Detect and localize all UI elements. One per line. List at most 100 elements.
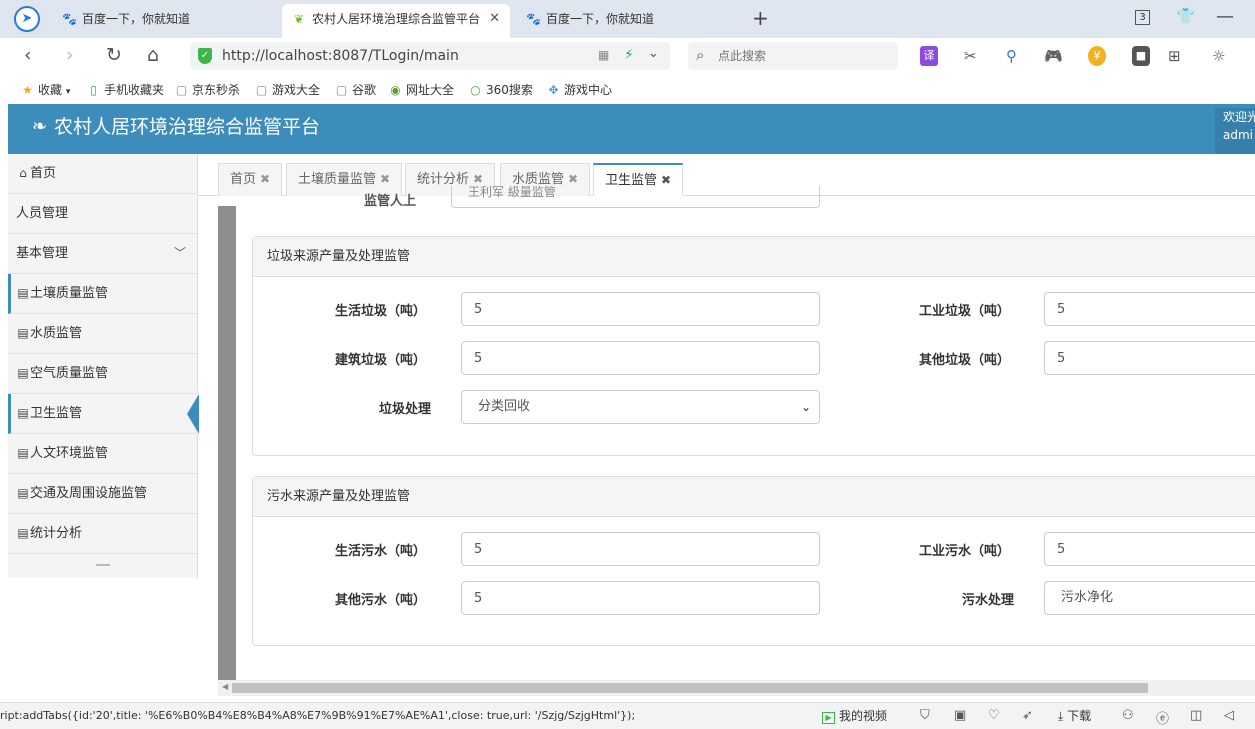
construction-garbage-input[interactable] (461, 341, 820, 375)
bookmark-item[interactable]: ▯ 手机收藏夹 (86, 81, 164, 98)
sidebar-item-culture[interactable]: ▤人文环境监管 (8, 434, 198, 474)
bookmark-item[interactable]: ✥ 游戏中心 (546, 81, 612, 98)
brightness-icon[interactable]: ☼ (1212, 46, 1225, 66)
sidebar-item-home[interactable]: ⌂ 首页 (8, 154, 198, 194)
magnifier-icon[interactable]: ⚲ (1006, 46, 1017, 66)
sewage-treatment-select[interactable]: 污水净化 (1044, 581, 1255, 615)
sidebar-item-basic[interactable]: 基本管理 ﹀ (8, 234, 198, 274)
search-box[interactable]: ⌕ (688, 42, 898, 70)
search-input[interactable] (718, 46, 888, 66)
browser-tab-baidu-1[interactable]: 🐾 百度一下，你就知道 (52, 4, 277, 38)
industrial-garbage-label: 工业垃圾（吨） (918, 304, 1010, 319)
sidebar-item-personnel[interactable]: 人员管理 (8, 194, 198, 234)
sidebar-item-label: 交通及周围设施监管 (30, 486, 148, 501)
heart-icon[interactable]: ♡ (988, 708, 1000, 723)
close-icon[interactable]: ✖ (473, 172, 483, 186)
industrial-sewage-input[interactable] (1044, 532, 1255, 566)
garbage-treatment-select[interactable]: 分类回收 ⌄ (461, 390, 820, 424)
bookmark-item[interactable]: ◉ 网址大全 (388, 81, 454, 98)
scroll-gutter (218, 206, 236, 681)
list-icon: ▤ (17, 446, 29, 460)
sidebar-collapse-handle[interactable] (96, 564, 110, 566)
user-welcome[interactable]: 欢迎光 admi (1215, 108, 1255, 154)
sidebar-item-soil[interactable]: ▤土壤质量监管 (8, 274, 198, 314)
url-text[interactable]: http://localhost:8087/TLogin/main (222, 42, 459, 70)
bookmark-item[interactable]: ▢ 谷歌 (334, 81, 376, 98)
sidebar-item-sanitation[interactable]: ▤卫生监管 (8, 394, 199, 434)
list-icon: ▤ (17, 326, 29, 340)
cube-icon[interactable]: ■ (1132, 46, 1150, 66)
translate-icon[interactable]: 译 (920, 46, 938, 66)
domestic-sewage-input[interactable] (461, 532, 820, 566)
minimize-icon[interactable]: — (1216, 6, 1234, 27)
browser-tab-platform[interactable]: ❦ 农村人居环境治理综合监管平台 ✕ (282, 4, 510, 38)
new-tab-plus-icon[interactable]: + (752, 4, 769, 32)
volume-icon[interactable]: ◁ (1224, 708, 1234, 723)
my-video-button[interactable]: ▶ 我的视频 (822, 703, 887, 729)
other-sewage-input[interactable] (461, 581, 820, 615)
download-button[interactable]: ⤓ 下载 (1058, 703, 1091, 729)
close-tab-icon[interactable]: ✕ (489, 4, 500, 34)
home-icon[interactable]: ⌂ (147, 44, 159, 66)
ie-icon[interactable]: ⓔ (1156, 708, 1169, 727)
bookmark-item[interactable]: ★ 收藏 ▾ (20, 81, 70, 98)
bookmark-label: 收藏 (38, 83, 63, 97)
domestic-garbage-input[interactable] (461, 292, 820, 326)
browser-tab-baidu-2[interactable]: 🐾 百度一下，你就知道 (516, 4, 741, 38)
sidebar-item-statistics[interactable]: ▤统计分析 (8, 514, 198, 554)
scrollbar-thumb[interactable] (232, 683, 1148, 693)
close-icon[interactable]: ✖ (661, 173, 671, 187)
game-controller-icon[interactable]: ⚇ (1122, 708, 1134, 723)
bookmark-label: 游戏大全 (272, 83, 321, 97)
reload-icon[interactable]: ↻ (106, 44, 122, 66)
qr-code-icon[interactable]: ▦ (598, 48, 609, 62)
rocket-icon[interactable]: ➶ (1022, 708, 1033, 723)
garbage-treatment-label: 垃圾处理 (378, 402, 431, 417)
close-icon[interactable]: ✖ (568, 172, 578, 186)
chevron-down-icon[interactable]: ⌄ (648, 46, 659, 61)
bookmark-item[interactable]: ○ 360搜索 (468, 81, 533, 98)
supervisor-label: 监管人上 (364, 194, 417, 209)
industrial-garbage-input[interactable] (1044, 292, 1255, 326)
list-icon: ▤ (17, 366, 29, 380)
star-icon: ★ (22, 83, 33, 97)
forward-arrow-icon[interactable]: › (66, 44, 74, 66)
horizontal-scrollbar[interactable]: ◀ (218, 680, 1255, 696)
scroll-left-arrow-icon[interactable]: ◀ (222, 682, 228, 691)
bookmark-label: 360搜索 (486, 83, 533, 97)
browser-tab-label: 百度一下，你就知道 (546, 12, 655, 26)
shield-icon[interactable]: ⛉ (920, 708, 930, 723)
lightning-icon[interactable]: ⚡ (624, 47, 634, 63)
tab-label: 水质监管 (512, 172, 565, 187)
gamepad-icon[interactable]: 🎮 (1044, 46, 1063, 66)
window-icon[interactable]: ◫ (1190, 708, 1202, 723)
bookmark-item[interactable]: ▢ 游戏大全 (254, 81, 320, 98)
sidebar-item-water[interactable]: ▤水质监管 (8, 314, 198, 354)
close-icon[interactable]: ✖ (380, 172, 390, 186)
sidebar-item-traffic[interactable]: ▤交通及周围设施监管 (8, 474, 198, 514)
supervisor-field[interactable]: 王利军 級量监管 (451, 186, 820, 208)
apps-grid-icon[interactable]: ⊞ (1168, 46, 1181, 66)
coin-icon[interactable]: ¥ (1088, 46, 1106, 66)
sidebar-item-air[interactable]: ▤空气质量监管 (8, 354, 198, 394)
tab-home[interactable]: 首页 ✖ (218, 163, 283, 196)
bookmark-label: 网址大全 (406, 83, 455, 97)
window-count-badge[interactable]: 3 (1135, 10, 1150, 25)
bookmark-label: 谷歌 (352, 83, 377, 97)
other-garbage-input[interactable] (1044, 341, 1255, 375)
play-icon: ▶ (822, 712, 835, 724)
image-icon[interactable]: ▣ (954, 708, 966, 723)
username: admi (1223, 128, 1253, 142)
baidu-paw-icon: 🐾 (526, 12, 541, 26)
page-icon: ▢ (175, 83, 188, 97)
scissors-icon[interactable]: ✂ (964, 46, 977, 66)
address-bar[interactable]: ✓ http://localhost:8087/TLogin/main ▦ ⚡ … (190, 42, 670, 70)
domestic-sewage-label: 生活污水（吨） (334, 544, 426, 559)
select-value: 污水净化 (1061, 590, 1114, 605)
skin-shirt-icon[interactable]: 👕 (1176, 7, 1195, 25)
back-arrow-icon[interactable]: ‹ (24, 44, 32, 66)
caret-down-icon: ▾ (65, 87, 71, 97)
browser-logo-icon[interactable]: ➤ (14, 6, 40, 32)
close-icon[interactable]: ✖ (260, 172, 270, 186)
bookmark-item[interactable]: ▢ 京东秒杀 (174, 81, 240, 98)
